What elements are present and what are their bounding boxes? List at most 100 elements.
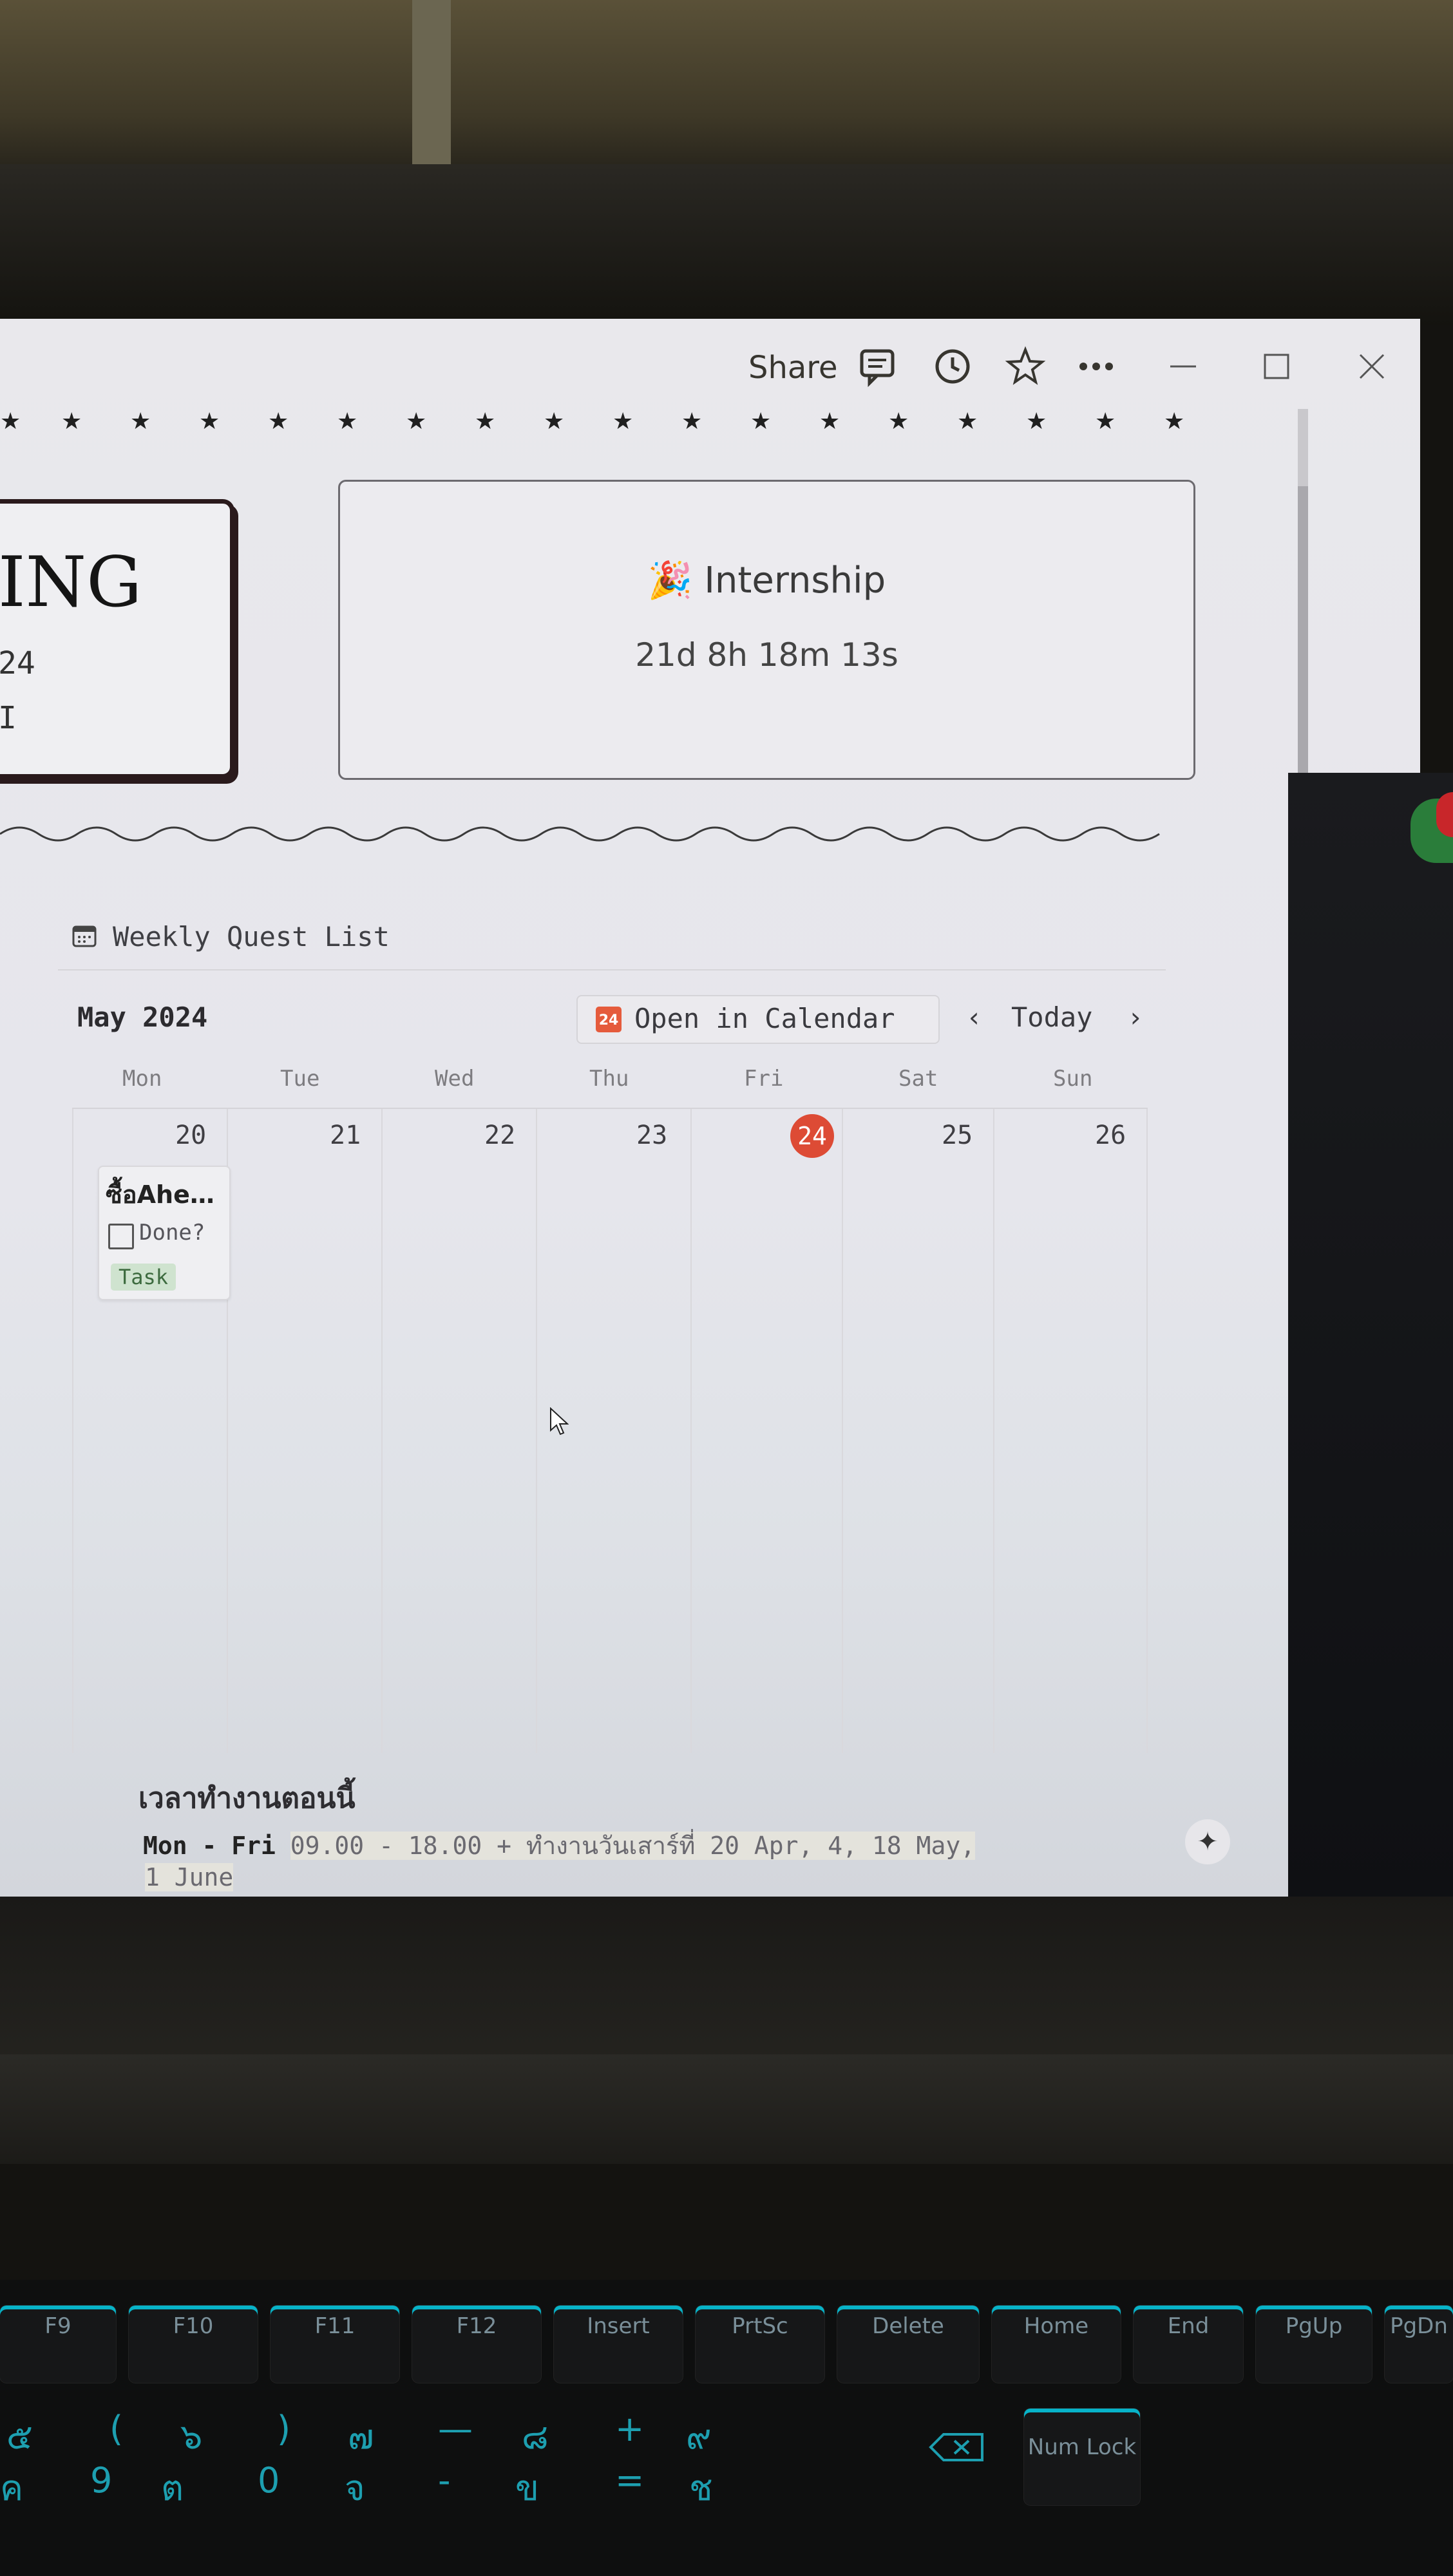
star-ornament: ★ (0, 408, 21, 435)
today-date-badge: 24 (790, 1114, 834, 1158)
history-clock-icon[interactable] (932, 346, 973, 387)
mouse-cursor-icon (550, 1407, 569, 1435)
key-label: PrtSc (732, 2313, 788, 2339)
weekday-header: Sun (1053, 1066, 1093, 1092)
work-hours-title: เวลาทำงานตอนนี้ (138, 1782, 356, 1815)
key-legend: — (438, 2409, 473, 2449)
laptop-top-bezel (0, 164, 1453, 325)
key-label: End (1167, 2313, 1210, 2339)
key-legend: 0 (258, 2460, 280, 2501)
star-ornament: ★ (268, 408, 289, 435)
section-title[interactable]: Weekly Quest List (113, 921, 390, 952)
key-legend: 9 (90, 2460, 113, 2501)
date-number: 23 (636, 1121, 668, 1150)
key-legend: ช (689, 2468, 713, 2508)
work-days: Mon - Fri (143, 1832, 276, 1860)
day-column[interactable] (72, 1109, 73, 1753)
laptop-bottom-bezel (0, 1897, 1453, 2064)
day-column[interactable] (842, 1109, 843, 1753)
key-pgdn[interactable]: PgDn (1385, 2306, 1453, 2383)
internship-title-row: 🎉 Internship (340, 559, 1193, 601)
share-button[interactable]: Share (748, 350, 838, 386)
date-number: 22 (484, 1121, 516, 1150)
key-label: F10 (173, 2313, 214, 2339)
done-checkbox[interactable] (108, 1224, 134, 1249)
task-card[interactable]: ซื้อAhe… Done? Task (98, 1166, 231, 1300)
wavy-divider (0, 826, 1160, 842)
calendar-week-grid (72, 1108, 1148, 1753)
star-ornament: ★ (750, 408, 772, 435)
favorite-star-icon[interactable] (1005, 346, 1046, 387)
key-label: Home (1023, 2313, 1089, 2339)
work-hours-line: Mon - Fri 09.00 - 18.00 + ทำงานวันเสาร์ท… (143, 1826, 976, 1865)
key-legend: ๘ (522, 2416, 549, 2457)
card-left-title: ING (0, 542, 142, 623)
key-insert[interactable]: Insert (554, 2306, 683, 2383)
comments-icon[interactable] (857, 346, 898, 387)
key-f9[interactable]: F9 (0, 2306, 116, 2383)
star-divider: ★ ★ ★ ★ ★ ★ ★ ★ ★ ★ ★ ★ ★ ★ ★ ★ ★ ★ (0, 402, 1224, 441)
day-column[interactable] (1146, 1109, 1148, 1753)
today-button[interactable]: Today (1011, 1001, 1092, 1033)
day-column[interactable] (993, 1109, 994, 1753)
key-legend: ข (515, 2468, 539, 2508)
key-label: F12 (456, 2313, 497, 2339)
star-ornament: ★ (1026, 408, 1047, 435)
key-label: F11 (314, 2313, 356, 2339)
more-options-icon[interactable] (1076, 346, 1117, 387)
keyboard: F9 F10 F11 F12 Insert PrtSc Delete Home … (0, 2280, 1453, 2576)
work-hours-text: 09.00 - 18.00 + ทำงานวันเสาร์ที่ 20 Apr,… (290, 1832, 976, 1860)
section-divider (58, 969, 1166, 971)
star-ornament: ★ (475, 408, 496, 435)
key-legend: ๗ (348, 2416, 374, 2457)
key-f12[interactable]: F12 (412, 2306, 541, 2383)
close-icon[interactable] (1351, 346, 1392, 387)
key-f10[interactable]: F10 (129, 2306, 258, 2383)
star-ornament: ★ (544, 408, 565, 435)
calendar-icon (72, 925, 97, 947)
weekday-header: Fri (744, 1066, 784, 1092)
work-hours-continued-text: 1 June (145, 1863, 234, 1891)
calendar-date-icon: 24 (596, 1007, 622, 1032)
maximize-icon[interactable] (1256, 346, 1297, 387)
key-delete[interactable]: Delete (837, 2306, 979, 2383)
day-column[interactable] (690, 1109, 692, 1753)
task-tag: Task (111, 1264, 176, 1291)
weekday-header: Wed (435, 1066, 475, 1092)
key-prtsc[interactable]: PrtSc (696, 2306, 824, 2383)
key-numlock[interactable]: Num Lock (1024, 2409, 1140, 2505)
key-label: PgDn (1390, 2313, 1448, 2339)
key-label: F9 (44, 2313, 71, 2339)
laptop-hinge (0, 2054, 1453, 2164)
star-ornament: ★ (130, 408, 151, 435)
minimize-icon[interactable] (1163, 346, 1204, 387)
open-in-calendar-button[interactable]: 24 Open in Calendar (576, 995, 940, 1044)
date-number: 25 (942, 1121, 973, 1150)
prev-week-icon[interactable]: ‹ (966, 1001, 982, 1033)
weekday-header: Tue (280, 1066, 320, 1092)
next-week-icon[interactable]: › (1127, 1001, 1143, 1033)
open-in-calendar-label: Open in Calendar (634, 1003, 895, 1034)
backspace-icon[interactable] (927, 2431, 985, 2463)
key-legend: ต (161, 2468, 184, 2508)
star-ornament: ★ (337, 408, 358, 435)
star-ornament: ★ (199, 408, 220, 435)
weekday-header: Mon (122, 1066, 162, 1092)
internship-countdown-card: 🎉 Internship 21d 8h 18m 13s (338, 480, 1195, 780)
key-home[interactable]: Home (992, 2306, 1121, 2383)
calendar-month: May 2024 (77, 1001, 208, 1033)
desktop-edge (1288, 773, 1453, 1897)
key-end[interactable]: End (1134, 2306, 1243, 2383)
star-ornament: ★ (61, 408, 82, 435)
internship-title: Internship (704, 560, 886, 601)
key-pgup[interactable]: PgUp (1256, 2306, 1372, 2383)
day-column[interactable] (536, 1109, 537, 1753)
ai-sparkle-button[interactable]: ✦ (1185, 1819, 1230, 1864)
weekday-header: Thu (589, 1066, 629, 1092)
work-hours-continued: 1 June (145, 1863, 234, 1891)
key-f11[interactable]: F11 (271, 2306, 399, 2383)
day-column[interactable] (381, 1109, 383, 1753)
party-popper-icon: 🎉 (647, 560, 693, 601)
key-legend: ( (109, 2409, 124, 2449)
key-legend: ๕ (6, 2416, 33, 2457)
